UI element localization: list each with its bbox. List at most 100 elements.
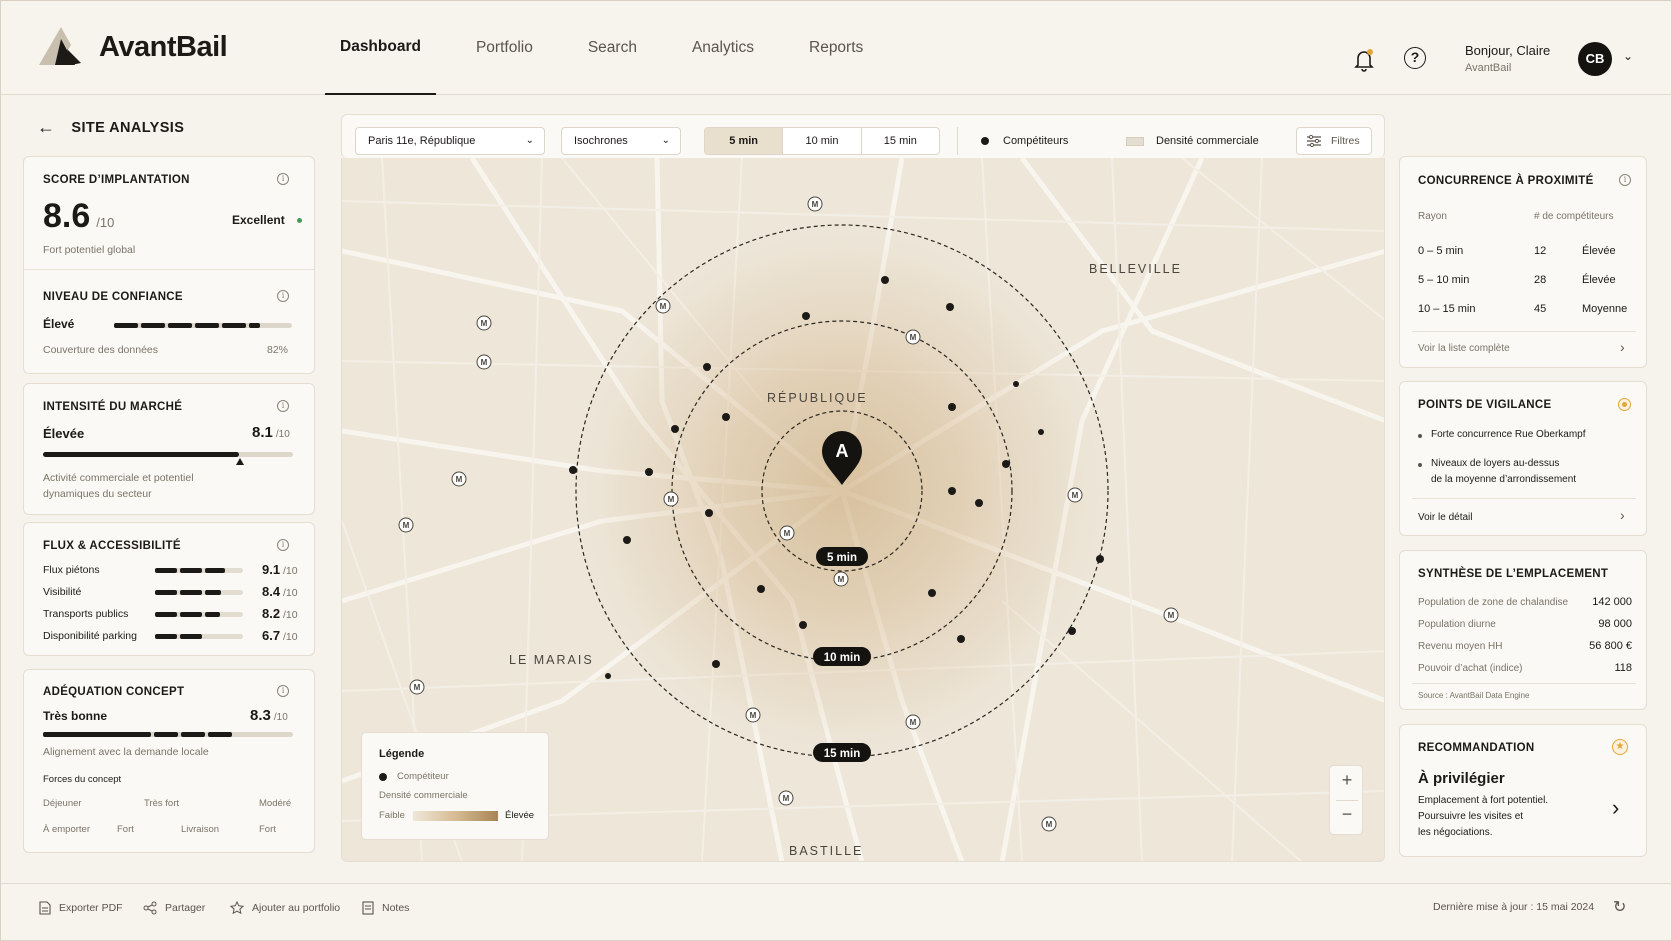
metro-label: M	[481, 319, 488, 328]
confidence-bar-segment	[141, 323, 165, 328]
metro-label: M	[1072, 491, 1079, 500]
confidence-bar	[114, 323, 292, 328]
force-value: Modéré	[259, 798, 292, 809]
competitor-marker[interactable]	[645, 468, 653, 476]
arrow-left-icon[interactable]: ←	[37, 117, 55, 138]
competitor-marker[interactable]	[1013, 381, 1019, 387]
info-icon[interactable]: i	[277, 685, 289, 697]
nav-search[interactable]: Search	[573, 1, 652, 95]
legend-competitor-label: Compétiteur	[397, 771, 449, 782]
competitor-marker[interactable]	[569, 466, 577, 474]
time-10min-button[interactable]: 10 min	[783, 128, 862, 154]
notification-bell-icon[interactable]	[1352, 47, 1376, 73]
divider	[24, 269, 314, 270]
competitor-marker[interactable]	[705, 509, 713, 517]
flux-bar-fill	[180, 634, 202, 639]
market-max: /10	[275, 429, 290, 440]
competitor-marker[interactable]	[946, 303, 954, 311]
nav-reports[interactable]: Reports	[794, 1, 878, 95]
competition-header-radius: Rayon	[1418, 211, 1447, 222]
competition-link[interactable]: Voir la liste complète	[1418, 343, 1510, 354]
recommendation-headline: À privilégier	[1418, 770, 1505, 787]
competitor-marker[interactable]	[757, 585, 765, 593]
add-portfolio-button[interactable]: Ajouter au portfolio	[230, 901, 340, 915]
divider	[1412, 331, 1636, 332]
competitor-marker[interactable]	[957, 635, 965, 643]
market-desc-1: Activité commerciale et potentiel	[43, 472, 194, 484]
competitor-marker[interactable]	[928, 589, 936, 597]
competition-radius: 0 – 5 min	[1418, 245, 1464, 257]
market-title: INTENSITÉ DU MARCHÉ	[43, 401, 183, 413]
force-label: Livraison	[181, 824, 220, 835]
competition-count: 12	[1534, 245, 1547, 257]
competitor-marker[interactable]	[799, 621, 807, 629]
metro-icon: M	[833, 571, 849, 587]
info-icon[interactable]: i	[277, 290, 289, 302]
chevron-down-icon[interactable]: ⌄	[1623, 49, 1633, 63]
concept-bar-fill	[208, 732, 232, 737]
info-icon[interactable]: i	[277, 400, 289, 412]
competitor-dot-icon	[981, 137, 989, 145]
chevron-right-icon[interactable]: ›	[1620, 339, 1625, 355]
logo[interactable]: AvantBail	[37, 25, 228, 69]
competitor-marker[interactable]	[1002, 460, 1010, 468]
nav-analytics[interactable]: Analytics	[677, 1, 769, 95]
competitor-marker[interactable]	[712, 660, 720, 668]
zoom-in-button[interactable]: +	[1330, 770, 1364, 791]
app-window: AvantBail Dashboard Portfolio Search Ana…	[0, 0, 1672, 941]
flux-max: /10	[283, 609, 298, 621]
competitor-marker[interactable]	[881, 276, 889, 284]
competitor-marker[interactable]	[722, 413, 730, 421]
filters-button[interactable]: Filtres	[1296, 127, 1372, 155]
avatar[interactable]: CB	[1578, 42, 1612, 76]
metro-icon: M	[807, 196, 823, 212]
info-icon[interactable]: i	[1619, 174, 1631, 186]
info-icon[interactable]: i	[277, 173, 289, 185]
competitor-marker[interactable]	[1068, 627, 1076, 635]
time-15min-button[interactable]: 15 min	[862, 128, 939, 154]
location-select[interactable]: Paris 11e, République ⌄	[355, 127, 545, 155]
export-pdf-button[interactable]: Exporter PDF	[39, 901, 123, 915]
competitor-marker[interactable]	[948, 487, 956, 495]
competitor-marker[interactable]	[703, 363, 711, 371]
competitor-marker[interactable]	[671, 425, 679, 433]
share-button[interactable]: Partager	[143, 901, 205, 915]
metro-label: M	[1046, 820, 1053, 829]
competitor-marker[interactable]	[1038, 429, 1044, 435]
district-belleville: BELLEVILLE	[1089, 262, 1182, 276]
density-toggle[interactable]: Densité commerciale	[1126, 135, 1259, 147]
flux-bar-fill	[180, 612, 202, 617]
rating-label: Excellent	[232, 213, 285, 227]
concept-bar	[43, 732, 293, 737]
competition-count: 28	[1534, 274, 1547, 286]
refresh-icon[interactable]: ↻	[1613, 897, 1626, 917]
competitors-toggle[interactable]: Compétiteurs	[981, 135, 1068, 147]
synthesis-value: 56 800 €	[1589, 640, 1632, 652]
chevron-right-icon[interactable]: ›	[1612, 795, 1619, 821]
chevron-right-icon[interactable]: ›	[1620, 507, 1625, 523]
competitor-dot-icon	[379, 772, 387, 781]
competitor-marker[interactable]	[605, 673, 611, 679]
info-icon[interactable]: i	[277, 539, 289, 551]
nav-portfolio[interactable]: Portfolio	[461, 1, 548, 95]
density-label: Densité commerciale	[1156, 135, 1259, 147]
flux-label: Visibilité	[43, 586, 82, 598]
recommendation-card[interactable]: RECOMMANDATION ★ À privilégier Emplaceme…	[1399, 724, 1647, 857]
recommendation-line: Poursuivre les visites et	[1418, 811, 1524, 822]
market-value: 8.1	[252, 424, 273, 441]
competitor-marker[interactable]	[802, 312, 810, 320]
help-icon[interactable]: ?	[1404, 47, 1426, 69]
competitor-marker[interactable]	[623, 536, 631, 544]
nav-dashboard[interactable]: Dashboard	[325, 1, 436, 95]
competitor-marker[interactable]	[1096, 555, 1104, 563]
back-link[interactable]: ← SITE ANALYSIS	[37, 117, 184, 138]
metro-label: M	[1168, 611, 1175, 620]
competitor-marker[interactable]	[975, 499, 983, 507]
notes-button[interactable]: Notes	[362, 901, 409, 915]
mode-select[interactable]: Isochrones ⌄	[561, 127, 681, 155]
zoom-out-button[interactable]: −	[1330, 804, 1364, 825]
time-5min-button[interactable]: 5 min	[705, 128, 784, 154]
vigilance-link[interactable]: Voir le détail	[1418, 512, 1472, 523]
metro-icon: M	[905, 329, 921, 345]
competitor-marker[interactable]	[948, 403, 956, 411]
